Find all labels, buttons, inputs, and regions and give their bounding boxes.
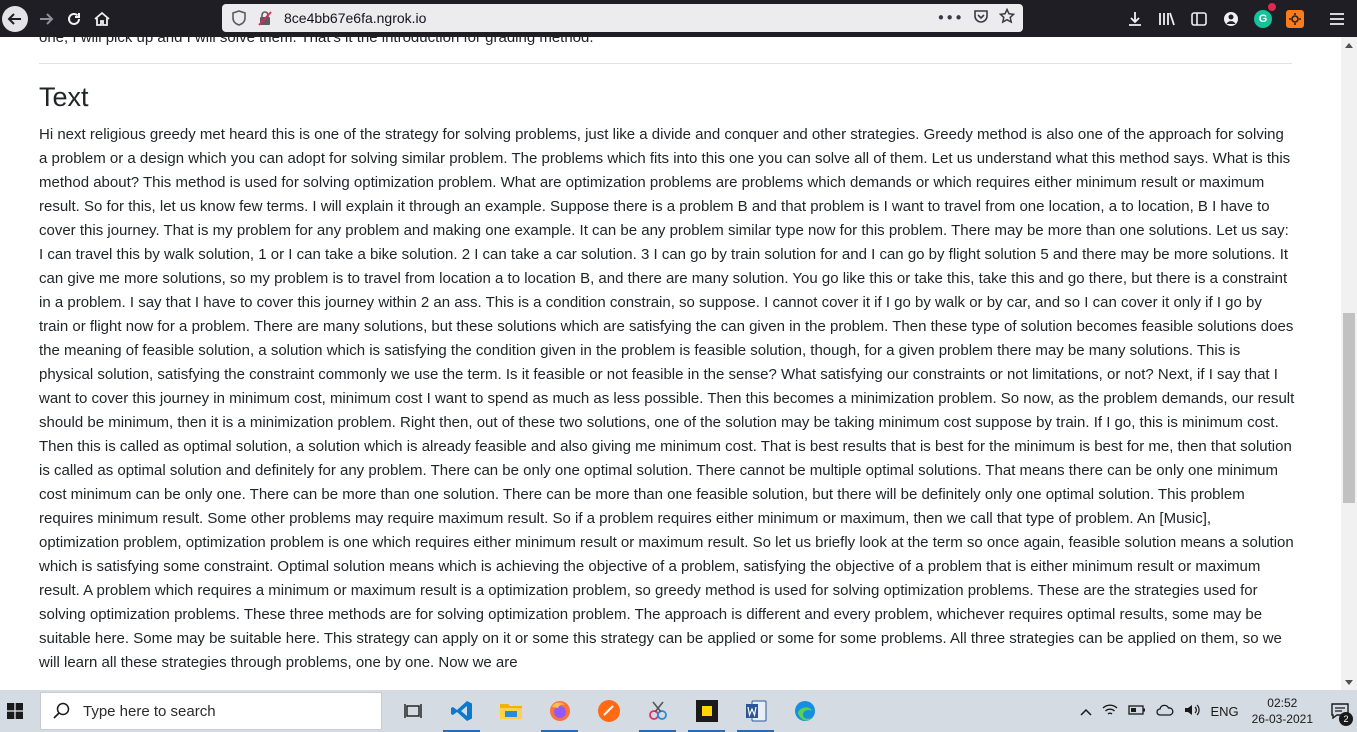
forward-button[interactable] <box>32 5 60 33</box>
page-actions-button[interactable]: ••• <box>936 9 963 27</box>
vertical-scrollbar[interactable] <box>1341 37 1357 690</box>
reload-icon <box>68 12 80 25</box>
address-bar-actions: ••• <box>936 4 1016 32</box>
back-button[interactable] <box>2 5 28 32</box>
transcript-text: Hi next religious greedy met heard this … <box>39 126 1295 671</box>
section-title: Text <box>39 82 89 112</box>
clock[interactable]: 02:52 26-03-2021 <box>1252 695 1313 727</box>
scrollbar-thumb[interactable] <box>1343 313 1355 503</box>
word-icon <box>745 700 766 722</box>
sticky-app-taskbar-button[interactable] <box>682 690 731 732</box>
home-button[interactable] <box>88 5 116 33</box>
system-tray: ENG 02:52 26-03-2021 2 <box>1075 690 1357 732</box>
network-wifi-icon[interactable] <box>1102 703 1118 720</box>
file-explorer-taskbar-button[interactable] <box>486 690 535 732</box>
windows-logo-icon <box>7 703 23 719</box>
extension-gear-icon[interactable] <box>1283 7 1307 31</box>
reload-button[interactable] <box>60 5 88 33</box>
edge-icon <box>794 701 815 721</box>
start-button[interactable] <box>0 690 30 732</box>
word-taskbar-button[interactable] <box>731 690 780 732</box>
notification-count-badge: 2 <box>1339 712 1353 726</box>
section-divider <box>39 63 1292 64</box>
pocket-icon[interactable] <box>973 8 989 28</box>
action-center-button[interactable]: 2 <box>1323 690 1357 732</box>
onedrive-cloud-icon[interactable] <box>1156 704 1174 719</box>
home-icon <box>94 11 110 26</box>
scroll-down-arrow-icon[interactable] <box>1341 674 1357 690</box>
vscode-taskbar-button[interactable] <box>437 690 486 732</box>
firefox-taskbar-button[interactable] <box>535 690 584 732</box>
sidebar-icon[interactable] <box>1187 7 1211 31</box>
bookmark-star-icon[interactable] <box>998 7 1016 28</box>
previous-paragraph-line: one, I will pick up and I will solve the… <box>39 37 594 46</box>
library-icon[interactable] <box>1155 7 1179 31</box>
input-language[interactable]: ENG <box>1210 704 1238 719</box>
page-content: one, I will pick up and I will solve the… <box>0 37 1341 690</box>
windows-taskbar: Type here to search ENG 02:52 26-03-2021… <box>0 690 1357 732</box>
tray-overflow-chevron-icon[interactable] <box>1080 704 1092 719</box>
menu-hamburger-icon[interactable] <box>1325 7 1349 31</box>
task-view-icon <box>403 704 422 718</box>
clock-date: 26-03-2021 <box>1251 712 1313 726</box>
grammarly-extension-icon[interactable]: G <box>1251 2 1276 31</box>
snipping-tool-taskbar-button[interactable] <box>633 690 682 732</box>
browser-toolbar: 8ce4bb67e6fa.ngrok.io ••• G <box>0 0 1357 37</box>
taskbar-apps <box>388 690 829 732</box>
search-placeholder: Type here to search <box>83 702 216 720</box>
tracking-protection-shield-icon[interactable] <box>230 9 248 27</box>
scroll-up-arrow-icon[interactable] <box>1341 37 1357 53</box>
arrow-right-icon <box>40 12 54 25</box>
arrow-left-icon <box>7 12 21 25</box>
firefox-icon <box>549 701 570 721</box>
sticky-notes-icon <box>695 700 718 722</box>
scissors-icon <box>648 701 667 720</box>
edge-taskbar-button[interactable] <box>780 690 829 732</box>
taskbar-search-box[interactable]: Type here to search <box>40 692 382 730</box>
account-icon[interactable] <box>1219 7 1243 31</box>
battery-icon[interactable] <box>1128 704 1146 719</box>
search-icon <box>53 702 70 719</box>
folder-icon <box>499 704 522 719</box>
toolbar-right: G <box>1123 0 1357 37</box>
clock-time: 02:52 <box>1267 696 1298 710</box>
volume-speaker-icon[interactable] <box>1184 703 1201 720</box>
sublime-icon <box>597 700 620 722</box>
address-bar[interactable]: 8ce4bb67e6fa.ngrok.io ••• <box>222 4 1023 32</box>
download-icon[interactable] <box>1123 7 1147 31</box>
vscode-icon <box>450 701 472 721</box>
insecure-lock-icon[interactable] <box>256 9 274 27</box>
sublime-text-taskbar-button[interactable] <box>584 690 633 732</box>
url-text[interactable]: 8ce4bb67e6fa.ngrok.io <box>284 10 426 26</box>
task-view-button[interactable] <box>388 690 437 732</box>
